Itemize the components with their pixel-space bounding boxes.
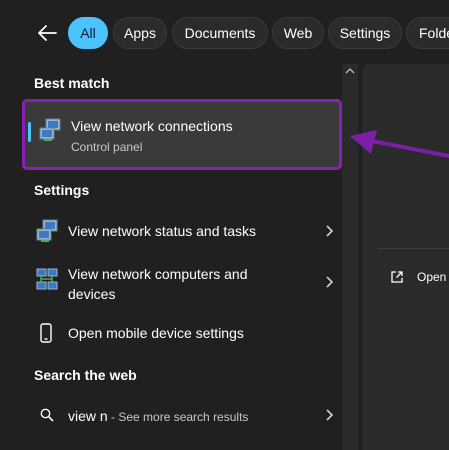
settings-item-network-status[interactable]: View network status and tasks	[22, 214, 342, 248]
mobile-device-icon	[40, 323, 52, 343]
web-search-item[interactable]: view n - See more search results	[22, 400, 342, 430]
filter-bar: All Apps Documents Web Settings Folde	[0, 0, 449, 64]
chevron-right-icon	[326, 409, 334, 421]
results-scrollbar[interactable]	[342, 64, 358, 450]
best-match-header: Best match	[34, 75, 110, 91]
settings-item-label-line1: View network computers and	[68, 266, 248, 282]
scroll-up-icon[interactable]	[345, 66, 355, 76]
network-status-icon	[36, 219, 58, 242]
network-computers-icon	[36, 268, 58, 290]
settings-item-label-line2: devices	[68, 286, 116, 302]
chevron-right-icon	[326, 225, 334, 237]
selection-indicator	[28, 122, 31, 142]
chevron-right-icon	[326, 276, 334, 288]
settings-header: Settings	[34, 182, 90, 198]
best-match-subtitle: Control panel	[71, 140, 143, 154]
tab-all[interactable]: All	[68, 17, 108, 49]
back-arrow-icon[interactable]	[34, 20, 60, 46]
settings-item-network-computers[interactable]: View network computers and devices	[22, 258, 342, 306]
tab-web[interactable]: Web	[272, 17, 324, 49]
open-action-label[interactable]: Open	[417, 270, 446, 284]
settings-item-label: Open mobile device settings	[68, 325, 244, 341]
preview-pane	[362, 64, 449, 450]
tab-settings[interactable]: Settings	[328, 17, 402, 49]
web-search-label: view n - See more search results	[68, 408, 248, 424]
web-search-query: view n	[68, 408, 108, 424]
web-search-suffix: - See more search results	[107, 410, 249, 424]
best-match-title: View network connections	[71, 118, 233, 134]
search-icon	[40, 408, 54, 422]
settings-item-label: View network status and tasks	[68, 223, 257, 239]
tab-documents[interactable]: Documents	[172, 17, 268, 49]
network-connections-icon	[39, 118, 61, 141]
best-match-item[interactable]: View network connections Control panel	[22, 99, 342, 170]
open-external-icon[interactable]	[390, 270, 404, 284]
settings-item-mobile-device[interactable]: Open mobile device settings	[22, 316, 342, 350]
results-list: Best match View network connections Cont…	[22, 64, 342, 450]
tab-folders[interactable]: Folde	[406, 17, 449, 49]
preview-divider	[378, 248, 449, 249]
search-web-header: Search the web	[34, 367, 137, 383]
tab-apps[interactable]: Apps	[113, 17, 167, 49]
